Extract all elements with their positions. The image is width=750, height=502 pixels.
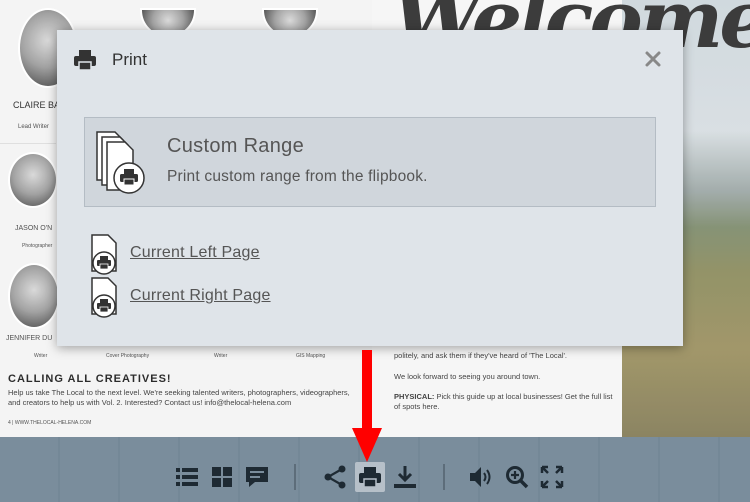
print-dialog: Print Custom Range Print custom range fr…: [57, 30, 683, 346]
download-icon: [394, 466, 416, 488]
share-button[interactable]: [320, 462, 350, 492]
close-icon[interactable]: [642, 48, 664, 70]
red-arrow-annotation: [352, 350, 382, 462]
download-button[interactable]: [390, 462, 420, 492]
custom-range-option[interactable]: Custom Range Print custom range from the…: [84, 117, 656, 207]
fullscreen-button[interactable]: [537, 462, 567, 492]
dialog-title: Print: [112, 50, 147, 69]
zoom-button[interactable]: [502, 462, 532, 492]
thumbnails-button[interactable]: [207, 462, 237, 492]
print-right-page-label[interactable]: Current Right Page: [130, 287, 271, 305]
toolbar-divider: [443, 464, 445, 490]
print-left-page-label[interactable]: Current Left Page: [130, 244, 260, 262]
volume-icon: [470, 467, 491, 487]
notes-button[interactable]: [242, 462, 272, 492]
print-icon: [74, 50, 96, 71]
table-of-contents-button[interactable]: [172, 462, 202, 492]
print-button[interactable]: [355, 462, 385, 492]
print-right-page-option[interactable]: Current Right Page: [88, 276, 348, 318]
list-icon: [176, 468, 198, 486]
print-left-page-option[interactable]: Current Left Page: [88, 233, 348, 275]
multi-page-print-icon: [96, 131, 145, 194]
share-icon: [324, 465, 346, 489]
sound-button[interactable]: [467, 462, 497, 492]
page-print-icon: [91, 277, 117, 318]
custom-range-title: Custom Range: [167, 135, 304, 157]
comment-icon: [246, 467, 268, 487]
toolbar-divider: [294, 464, 296, 490]
fullscreen-icon: [540, 465, 564, 489]
zoom-in-icon: [506, 466, 529, 489]
grid-icon: [212, 467, 232, 487]
print-icon: [359, 467, 381, 488]
page-print-icon: [91, 234, 117, 275]
custom-range-description: Print custom range from the flipbook.: [167, 168, 428, 185]
dialog-header: Print: [57, 30, 683, 92]
